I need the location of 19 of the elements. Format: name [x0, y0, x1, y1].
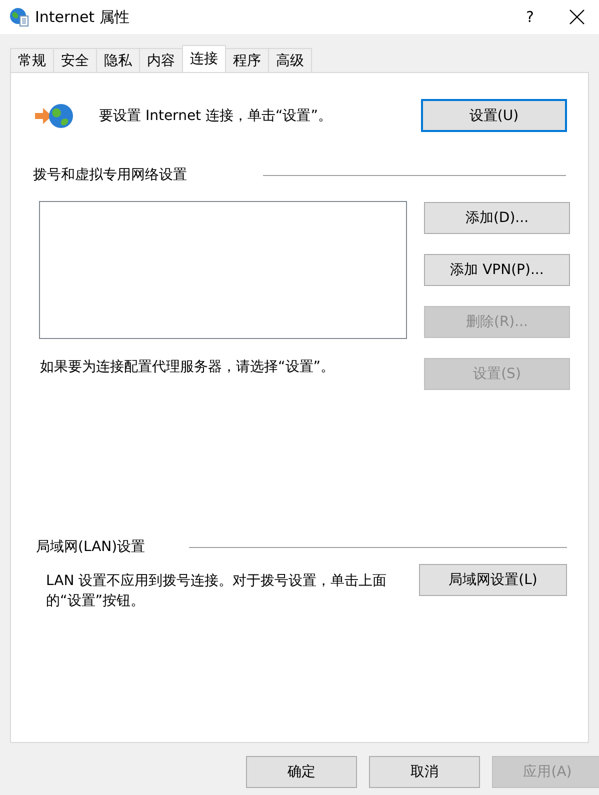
help-button[interactable]: ? — [507, 8, 553, 26]
dialup-button[interactable]: 添加(D)... — [424, 202, 570, 234]
dialog-button[interactable]: 取消 — [369, 756, 480, 788]
window-title: Internet 属性 — [35, 8, 130, 26]
globe-document-icon — [9, 7, 29, 27]
dialog-button[interactable]: 确定 — [246, 756, 357, 788]
section-heading: 局域网(LAN)设置 — [36, 538, 146, 556]
proxy-text: 如果要为连接配置代理服务器，请选择“设置”。 — [40, 358, 336, 377]
dialup-button[interactable]: 添加 VPN(P)... — [424, 254, 570, 286]
section-heading: 拨号和虚拟专用网络设置 — [33, 166, 187, 184]
instruction-text: 要设置 Internet 连接，单击“设置”。 — [99, 106, 333, 124]
arrow-globe-icon — [35, 102, 75, 130]
tab[interactable]: 连接 — [182, 45, 226, 72]
lan-description: LAN 设置不应用到拨号连接。对于拨号设置，单击上面的“设置”按钮。 — [46, 572, 388, 611]
settings-button[interactable]: 设置(U) — [421, 99, 567, 132]
tab[interactable]: 高级 — [268, 48, 312, 72]
tab[interactable]: 常规 — [10, 48, 54, 72]
lan-settings-button[interactable]: 局域网设置(L) — [419, 564, 567, 596]
close-icon[interactable] — [569, 9, 585, 25]
